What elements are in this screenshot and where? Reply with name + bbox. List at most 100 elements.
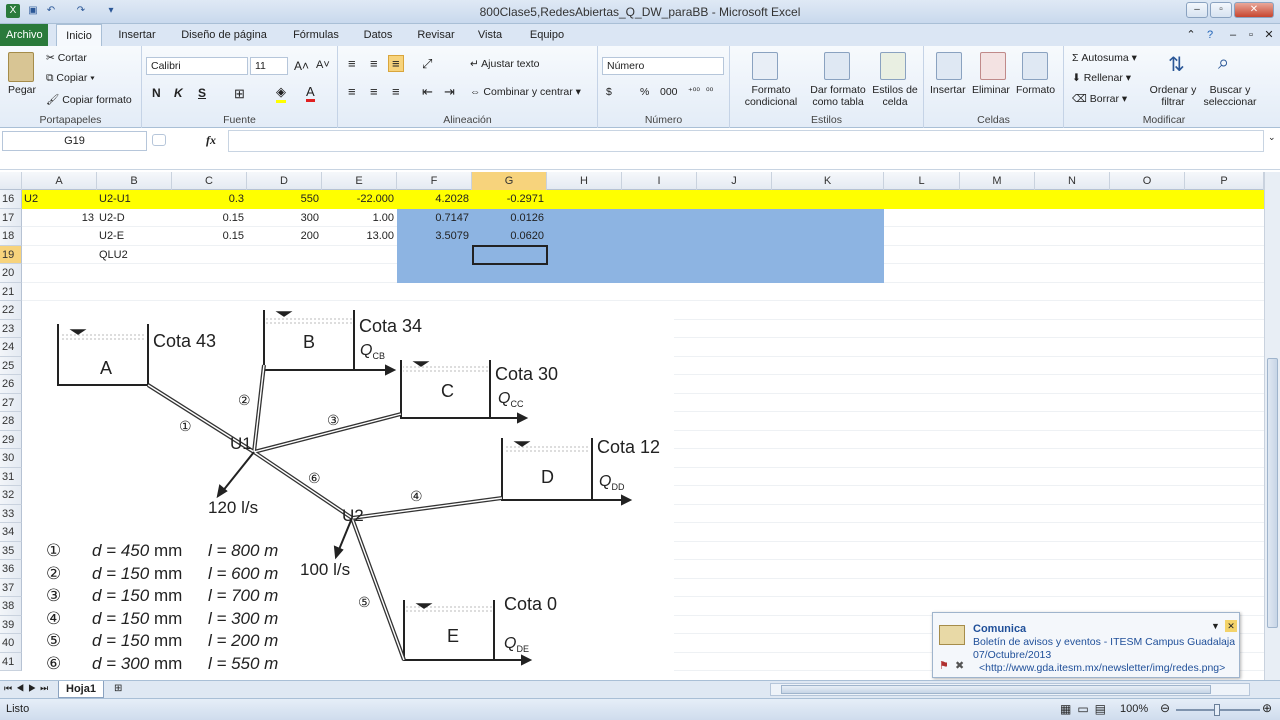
tab-equipo[interactable]: Equipo <box>522 24 572 46</box>
format-painter-button[interactable]: 🖌 Copiar formato <box>46 93 132 106</box>
row-header[interactable]: 35 <box>0 541 22 560</box>
close-icon[interactable]: ✕ <box>1225 620 1237 632</box>
insert-button[interactable]: Insertar <box>930 84 966 96</box>
delete-icon[interactable]: ✖ <box>955 659 964 672</box>
row-header[interactable]: 40 <box>0 634 22 653</box>
align-center-icon[interactable]: ≡ <box>370 84 378 99</box>
col-header[interactable]: J <box>697 172 772 190</box>
align-top-icon[interactable]: ≡ <box>348 56 356 71</box>
merge-center-button[interactable]: ⇔ Combinar y centrar ▾ <box>470 86 581 98</box>
row-header[interactable]: 37 <box>0 578 22 597</box>
currency-button[interactable]: $ <box>606 86 612 98</box>
align-left-icon[interactable]: ≡ <box>348 84 356 99</box>
tab-formulas[interactable]: Fórmulas <box>286 24 346 46</box>
italic-button[interactable]: K <box>174 86 183 100</box>
align-middle-icon[interactable]: ≡ <box>370 56 378 71</box>
horizontal-scrollbar[interactable] <box>770 683 1250 696</box>
notification-title[interactable]: Comunica <box>973 623 1026 635</box>
cell-f17[interactable]: 0.7147 <box>397 209 472 227</box>
formula-input[interactable] <box>228 130 1264 152</box>
col-header[interactable]: M <box>960 172 1035 190</box>
cell-a17[interactable]: 13 <box>22 209 97 227</box>
col-header[interactable]: N <box>1035 172 1110 190</box>
fill-button[interactable]: ⬇ Rellenar ▾ <box>1072 72 1131 84</box>
doc-restore-icon[interactable]: ▫ <box>1244 24 1258 46</box>
tab-inicio[interactable]: Inicio <box>56 24 102 46</box>
worksheet-grid[interactable]: U2 U2-U1 0.3 550 -22.000 4.2028 -0.2971 … <box>22 190 1264 680</box>
cell-d18[interactable]: 200 <box>247 227 322 245</box>
row-header[interactable]: 20 <box>0 264 22 283</box>
cell-b19[interactable]: QLU2 <box>99 246 169 264</box>
row-header[interactable]: 30 <box>0 449 22 468</box>
thousands-button[interactable]: 000 <box>660 86 678 98</box>
view-buttons-icon[interactable]: ▦▭▤ <box>1060 702 1112 716</box>
tab-insertar[interactable]: Insertar <box>112 24 162 46</box>
row-header[interactable]: 21 <box>0 282 22 301</box>
doc-minimize-icon[interactable]: – <box>1226 24 1240 46</box>
paste-icon[interactable] <box>8 52 34 82</box>
row-header[interactable]: 41 <box>0 652 22 671</box>
sheet-tab-hoja1[interactable]: Hoja1 <box>58 681 104 698</box>
conditional-format-button[interactable]: Formato condicional <box>736 84 806 108</box>
row-header[interactable]: 32 <box>0 486 22 505</box>
minimize-button[interactable]: – <box>1186 2 1208 18</box>
row-header[interactable]: 33 <box>0 504 22 523</box>
zoom-slider-thumb[interactable] <box>1214 704 1220 716</box>
percent-button[interactable]: % <box>640 86 649 98</box>
doc-close-icon[interactable]: ✕ <box>1262 24 1276 46</box>
vertical-scrollbar[interactable] <box>1264 172 1280 680</box>
find-select-button[interactable]: Buscar y seleccionar <box>1198 84 1262 108</box>
col-header[interactable]: E <box>322 172 397 190</box>
increase-decimal-icon[interactable]: ⁺⁰⁰ <box>688 86 700 97</box>
shrink-font-icon[interactable]: A˅ <box>316 59 330 71</box>
new-sheet-icon[interactable]: ⊞ <box>114 683 122 694</box>
select-all-corner[interactable] <box>0 172 22 190</box>
col-header[interactable]: C <box>172 172 247 190</box>
number-format-select[interactable]: Número <box>602 57 724 75</box>
increase-indent-icon[interactable]: ⇥ <box>444 84 455 100</box>
clear-button[interactable]: ⌫ Borrar ▾ <box>1072 93 1127 105</box>
cell-f18[interactable]: 3.5079 <box>397 227 472 245</box>
tab-archivo[interactable]: Archivo <box>0 24 48 46</box>
autosum-button[interactable]: Σ Autosuma ▾ <box>1072 52 1137 64</box>
col-header[interactable]: O <box>1110 172 1185 190</box>
insert-function-icon[interactable]: fx <box>206 133 216 148</box>
col-header[interactable]: B <box>97 172 172 190</box>
row-header[interactable]: 38 <box>0 597 22 616</box>
pipe-network-diagram[interactable]: A Cota 43 B Cota 34 QCB C Cota 30 QCC D … <box>22 310 674 680</box>
expand-formula-icon[interactable]: ⌄ <box>1268 132 1276 143</box>
cell-f16[interactable]: 4.2028 <box>397 190 472 208</box>
decrease-decimal-icon[interactable]: ⁰⁰ <box>706 86 713 97</box>
copy-button[interactable]: ⧉ Copiar ▾ <box>46 72 95 85</box>
cell-b18[interactable]: U2-E <box>99 227 169 245</box>
wrap-text-button[interactable]: ↵ Ajustar texto <box>470 58 540 70</box>
cell-d16[interactable]: 550 <box>247 190 322 208</box>
row-header[interactable]: 31 <box>0 467 22 486</box>
cell-g17[interactable]: 0.0126 <box>472 209 547 227</box>
col-header[interactable]: K <box>772 172 884 190</box>
cell-styles-button[interactable]: Estilos de celda <box>870 84 920 108</box>
underline-button[interactable]: S <box>198 86 206 100</box>
row-header[interactable]: 19 <box>0 245 22 264</box>
format-table-button[interactable]: Dar formato como tabla <box>806 84 870 108</box>
row-header[interactable]: 16 <box>0 190 22 209</box>
row-header[interactable]: 34 <box>0 523 22 542</box>
paste-button[interactable]: Pegar <box>8 84 36 96</box>
col-header[interactable]: H <box>547 172 622 190</box>
row-header[interactable]: 17 <box>0 208 22 227</box>
row-header[interactable]: 39 <box>0 615 22 634</box>
col-header[interactable]: A <box>22 172 97 190</box>
maximize-button[interactable]: ▫ <box>1210 2 1232 18</box>
col-header[interactable]: P <box>1185 172 1264 190</box>
zoom-out-icon[interactable]: ⊖ <box>1160 701 1170 715</box>
font-size-select[interactable]: 11 <box>250 57 288 75</box>
align-bottom-icon[interactable]: ≡ <box>388 55 404 72</box>
fill-color-icon[interactable]: ◈ <box>276 84 286 103</box>
cell-e18[interactable]: 13.00 <box>322 227 397 245</box>
cell-e16[interactable]: -22.000 <box>322 190 397 208</box>
cell-g18[interactable]: 0.0620 <box>472 227 547 245</box>
chevron-down-icon[interactable]: ▼ <box>1211 621 1220 631</box>
row-header[interactable]: 36 <box>0 560 22 579</box>
row-header[interactable]: 26 <box>0 375 22 394</box>
delete-button[interactable]: Eliminar <box>972 84 1010 96</box>
